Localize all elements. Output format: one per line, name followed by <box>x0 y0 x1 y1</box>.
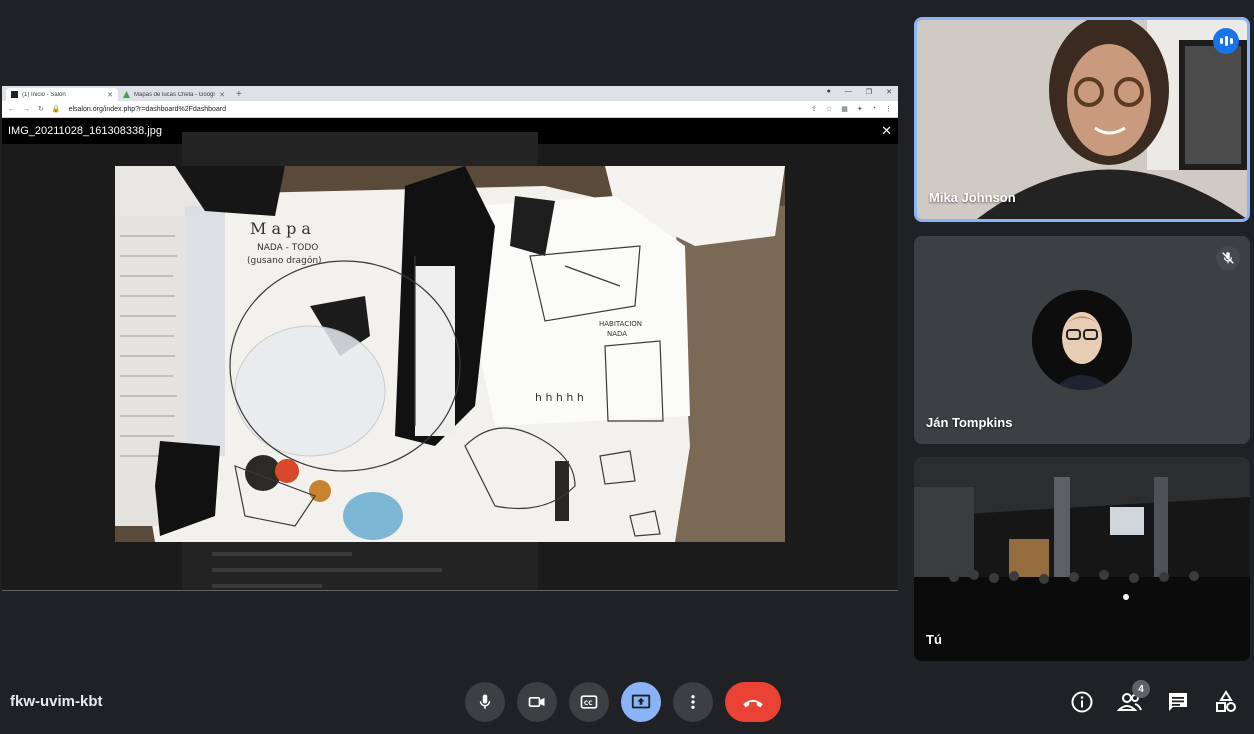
browser-tab-label: Mapas de lucas Chela - Google D <box>134 91 216 98</box>
camera-button[interactable] <box>517 682 557 722</box>
browser-tabbar: (1) Inicio - Salón ✕ Mapas de lucas Chel… <box>2 86 898 101</box>
participant-tile-mika[interactable]: Mika Johnson <box>914 17 1250 222</box>
participant-name: Mika Johnson <box>929 190 1016 205</box>
grid-icon[interactable]: ▦ <box>841 105 848 113</box>
drawing-text: M a p a <box>250 219 311 238</box>
browser-tab[interactable]: Mapas de lucas Chela - Google D ✕ <box>118 88 230 101</box>
forward-icon[interactable]: → <box>23 106 30 113</box>
speaking-indicator-icon <box>1213 28 1239 54</box>
browser-tab-label: (1) Inicio - Salón <box>22 91 66 98</box>
minimize-icon[interactable]: — <box>845 88 852 96</box>
activities-button[interactable] <box>1212 686 1240 718</box>
browser-tab[interactable]: (1) Inicio - Salón ✕ <box>6 88 118 101</box>
close-icon[interactable]: ✕ <box>881 123 892 139</box>
end-call-button[interactable] <box>725 682 781 722</box>
mic-off-icon <box>1216 246 1240 270</box>
url-text[interactable]: elsalon.org/index.php?r=dashboard%2Fdash… <box>69 106 804 113</box>
restore-icon[interactable]: ❐ <box>866 88 872 96</box>
salon-favicon-icon <box>11 91 18 98</box>
more-icon <box>691 695 695 709</box>
participant-name: Tú <box>926 632 942 647</box>
more-options-button[interactable] <box>673 682 713 722</box>
reload-icon[interactable]: ↻ <box>38 105 44 113</box>
people-button[interactable]: 4 <box>1116 680 1150 718</box>
star-icon[interactable]: ☆ <box>826 105 832 113</box>
photo-drawing: M a p a NADA - TODO (gusano dragón) h h … <box>115 166 785 542</box>
menu-icon[interactable]: ⋮ <box>885 105 892 113</box>
end-call-icon <box>743 699 763 708</box>
drawing-text: h h h h h <box>535 391 584 404</box>
chat-icon <box>1169 693 1187 711</box>
close-icon[interactable]: ✕ <box>107 91 113 99</box>
avatar <box>1032 290 1132 390</box>
meeting-code: fkw-uvim-kbt <box>10 693 103 710</box>
close-window-icon[interactable]: ✕ <box>886 88 892 96</box>
new-tab-icon[interactable]: + <box>236 88 242 101</box>
shared-photo: M a p a NADA - TODO (gusano dragón) h h … <box>115 166 785 542</box>
drawing-text: HABITACION <box>599 320 642 328</box>
close-icon[interactable]: ✕ <box>219 91 225 99</box>
profile-icon[interactable]: ● <box>827 88 831 96</box>
participant-tile-self[interactable]: Tú <box>914 457 1250 661</box>
svg-text:CC: CC <box>584 701 593 707</box>
info-icon <box>1071 691 1093 713</box>
window-controls: ● — ❐ ✕ <box>827 88 892 96</box>
drawing-text: (gusano dragón) <box>247 255 322 266</box>
extensions-icon[interactable]: ✦ <box>857 105 863 113</box>
drawing-text: NADA <box>607 330 627 338</box>
activities-icon <box>1216 690 1236 712</box>
meeting-tools: 4 <box>1068 680 1240 718</box>
profile-icon[interactable]: ◔ <box>872 105 876 113</box>
meeting-details-button[interactable] <box>1068 686 1096 718</box>
participant-video <box>914 457 1250 661</box>
share-icon[interactable]: ⇪ <box>811 105 817 113</box>
image-filename: IMG_20211028_161308338.jpg <box>8 125 162 137</box>
shared-screen: (1) Inicio - Salón ✕ Mapas de lucas Chel… <box>2 86 898 591</box>
call-controls: CC <box>465 682 781 722</box>
drawing-text: NADA - TODO <box>257 243 318 253</box>
lock-icon: 🔒 <box>51 106 61 113</box>
participant-name: Ján Tompkins <box>926 415 1013 430</box>
address-bar: ← → ↻ 🔒 elsalon.org/index.php?r=dashboar… <box>2 101 898 118</box>
mic-button[interactable] <box>465 682 505 722</box>
present-button[interactable] <box>621 682 661 722</box>
mic-icon <box>479 694 491 709</box>
participant-tile-jan[interactable]: Ján Tompkins <box>914 236 1250 444</box>
people-count-badge: 4 <box>1132 680 1150 698</box>
chat-button[interactable] <box>1164 686 1192 718</box>
camera-icon <box>528 697 545 707</box>
captions-button[interactable]: CC <box>569 682 609 722</box>
back-icon[interactable]: ← <box>8 106 15 113</box>
captions-icon: CC <box>580 695 598 709</box>
drive-favicon-icon <box>123 91 130 98</box>
present-icon <box>631 694 651 709</box>
